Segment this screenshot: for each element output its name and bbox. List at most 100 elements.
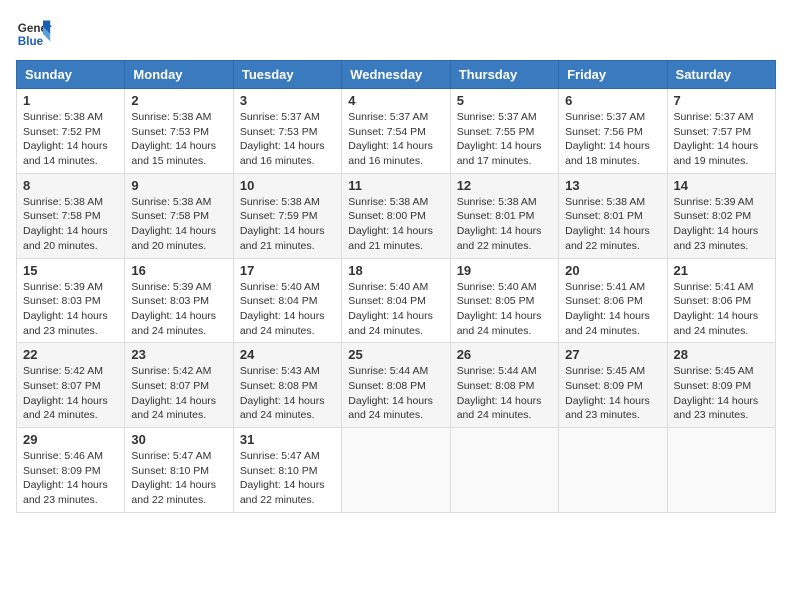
calendar-cell: 20Sunrise: 5:41 AM Sunset: 8:06 PM Dayli… xyxy=(559,258,667,343)
calendar-cell: 10 Sunrise: 5:38 AM Sunset: 7:59 PM Dayli… xyxy=(233,173,341,258)
day-info: Sunrise: 5:38 AM Sunset: 8:01 PM Dayligh… xyxy=(565,195,660,254)
day-info: Sunrise: 5:47 AM Sunset: 8:10 PM Dayligh… xyxy=(131,449,226,508)
day-number: 9 xyxy=(131,178,226,193)
calendar-cell: 25 Sunrise: 5:44 AM Sunset: 8:08 PM Dayli… xyxy=(342,343,450,428)
calendar-cell: 16 Sunrise: 5:39 AM Sunset: 8:03 PM Dayli… xyxy=(125,258,233,343)
day-info: Sunrise: 5:37 AM Sunset: 7:54 PM Dayligh… xyxy=(348,110,443,169)
calendar-cell: 8 Sunrise: 5:38 AM Sunset: 7:58 PM Daylig… xyxy=(17,173,125,258)
calendar-cell: 27 Sunrise: 5:45 AM Sunset: 8:09 PM Dayli… xyxy=(559,343,667,428)
day-number: 19 xyxy=(457,263,552,278)
calendar-week-3: 15 Sunrise: 5:39 AM Sunset: 8:03 PM Dayli… xyxy=(17,258,776,343)
day-number: 25 xyxy=(348,347,443,362)
calendar-cell: 31 Sunrise: 5:47 AM Sunset: 8:10 PM Dayli… xyxy=(233,428,341,513)
day-number: 12 xyxy=(457,178,552,193)
day-number: 2 xyxy=(131,93,226,108)
calendar-cell: 15Sunrise: 5:39 AM Sunset: 8:03 PM Dayli… xyxy=(17,258,125,343)
day-info: Sunrise: 5:46 AM Sunset: 8:09 PM Dayligh… xyxy=(23,449,118,508)
weekday-header-friday: Friday xyxy=(559,61,667,89)
calendar-cell: 22 Sunrise: 5:42 AM Sunset: 8:07 PM Dayli… xyxy=(17,343,125,428)
day-number: 21 xyxy=(674,263,769,278)
day-number: 8 xyxy=(23,178,118,193)
day-number: 20 xyxy=(565,263,660,278)
svg-text:Blue: Blue xyxy=(18,35,44,48)
day-number: 10 xyxy=(240,178,335,193)
day-info: Sunrise: 5:39 AM Sunset: 8:03 PM Dayligh… xyxy=(131,280,226,339)
calendar-cell: 24Sunrise: 5:43 AM Sunset: 8:08 PM Dayli… xyxy=(233,343,341,428)
calendar-header-row: SundayMondayTuesdayWednesdayThursdayFrid… xyxy=(17,61,776,89)
calendar-cell: 17 Sunrise: 5:40 AM Sunset: 8:04 PM Dayli… xyxy=(233,258,341,343)
weekday-header-saturday: Saturday xyxy=(667,61,775,89)
day-info: Sunrise: 5:44 AM Sunset: 8:08 PM Dayligh… xyxy=(348,364,443,423)
day-number: 6 xyxy=(565,93,660,108)
day-info: Sunrise: 5:38 AM Sunset: 7:58 PM Dayligh… xyxy=(131,195,226,254)
calendar-cell: 30 Sunrise: 5:47 AM Sunset: 8:10 PM Dayli… xyxy=(125,428,233,513)
day-info: Sunrise: 5:42 AM Sunset: 8:07 PM Dayligh… xyxy=(131,364,226,423)
weekday-header-sunday: Sunday xyxy=(17,61,125,89)
weekday-header-monday: Monday xyxy=(125,61,233,89)
calendar-cell xyxy=(559,428,667,513)
calendar-cell xyxy=(667,428,775,513)
day-info: Sunrise: 5:45 AM Sunset: 8:09 PM Dayligh… xyxy=(674,364,769,423)
weekday-header-thursday: Thursday xyxy=(450,61,558,89)
day-info: Sunrise: 5:42 AM Sunset: 8:07 PM Dayligh… xyxy=(23,364,118,423)
day-number: 29 xyxy=(23,432,118,447)
day-number: 3 xyxy=(240,93,335,108)
weekday-header-wednesday: Wednesday xyxy=(342,61,450,89)
day-info: Sunrise: 5:40 AM Sunset: 8:05 PM Dayligh… xyxy=(457,280,552,339)
calendar-week-4: 22 Sunrise: 5:42 AM Sunset: 8:07 PM Dayli… xyxy=(17,343,776,428)
day-number: 23 xyxy=(131,347,226,362)
calendar-cell: 19 Sunrise: 5:40 AM Sunset: 8:05 PM Dayli… xyxy=(450,258,558,343)
calendar-cell xyxy=(450,428,558,513)
day-number: 22 xyxy=(23,347,118,362)
day-number: 4 xyxy=(348,93,443,108)
calendar-cell: 12 Sunrise: 5:38 AM Sunset: 8:01 PM Dayli… xyxy=(450,173,558,258)
day-number: 28 xyxy=(674,347,769,362)
calendar-cell: 5Sunrise: 5:37 AM Sunset: 7:55 PM Daylig… xyxy=(450,89,558,174)
calendar-cell: 7 Sunrise: 5:37 AM Sunset: 7:57 PM Daylig… xyxy=(667,89,775,174)
calendar-table: SundayMondayTuesdayWednesdayThursdayFrid… xyxy=(16,60,776,513)
calendar-cell: 2 Sunrise: 5:38 AM Sunset: 7:53 PM Daylig… xyxy=(125,89,233,174)
day-number: 30 xyxy=(131,432,226,447)
day-info: Sunrise: 5:38 AM Sunset: 7:58 PM Dayligh… xyxy=(23,195,118,254)
calendar-cell: 28 Sunrise: 5:45 AM Sunset: 8:09 PM Dayli… xyxy=(667,343,775,428)
day-number: 16 xyxy=(131,263,226,278)
day-info: Sunrise: 5:37 AM Sunset: 7:57 PM Dayligh… xyxy=(674,110,769,169)
calendar-week-2: 8 Sunrise: 5:38 AM Sunset: 7:58 PM Daylig… xyxy=(17,173,776,258)
calendar-cell: 6Sunrise: 5:37 AM Sunset: 7:56 PM Daylig… xyxy=(559,89,667,174)
day-info: Sunrise: 5:38 AM Sunset: 7:53 PM Dayligh… xyxy=(131,110,226,169)
day-number: 15 xyxy=(23,263,118,278)
day-info: Sunrise: 5:45 AM Sunset: 8:09 PM Dayligh… xyxy=(565,364,660,423)
calendar-cell: 4 Sunrise: 5:37 AM Sunset: 7:54 PM Daylig… xyxy=(342,89,450,174)
day-number: 17 xyxy=(240,263,335,278)
day-info: Sunrise: 5:40 AM Sunset: 8:04 PM Dayligh… xyxy=(240,280,335,339)
logo-icon: General Blue xyxy=(16,16,52,52)
weekday-header-tuesday: Tuesday xyxy=(233,61,341,89)
calendar-cell: 13Sunrise: 5:38 AM Sunset: 8:01 PM Dayli… xyxy=(559,173,667,258)
day-number: 18 xyxy=(348,263,443,278)
day-number: 24 xyxy=(240,347,335,362)
day-info: Sunrise: 5:39 AM Sunset: 8:02 PM Dayligh… xyxy=(674,195,769,254)
day-number: 14 xyxy=(674,178,769,193)
calendar-week-5: 29 Sunrise: 5:46 AM Sunset: 8:09 PM Dayli… xyxy=(17,428,776,513)
calendar-cell: 18 Sunrise: 5:40 AM Sunset: 8:04 PM Dayli… xyxy=(342,258,450,343)
calendar-cell: 14 Sunrise: 5:39 AM Sunset: 8:02 PM Dayli… xyxy=(667,173,775,258)
day-number: 7 xyxy=(674,93,769,108)
calendar-cell: 9 Sunrise: 5:38 AM Sunset: 7:58 PM Daylig… xyxy=(125,173,233,258)
calendar-cell: 29 Sunrise: 5:46 AM Sunset: 8:09 PM Dayli… xyxy=(17,428,125,513)
calendar-week-1: 1Sunrise: 5:38 AM Sunset: 7:52 PM Daylig… xyxy=(17,89,776,174)
day-info: Sunrise: 5:40 AM Sunset: 8:04 PM Dayligh… xyxy=(348,280,443,339)
day-number: 31 xyxy=(240,432,335,447)
day-number: 1 xyxy=(23,93,118,108)
day-info: Sunrise: 5:38 AM Sunset: 8:01 PM Dayligh… xyxy=(457,195,552,254)
calendar-cell: 1Sunrise: 5:38 AM Sunset: 7:52 PM Daylig… xyxy=(17,89,125,174)
calendar-cell: 23 Sunrise: 5:42 AM Sunset: 8:07 PM Dayli… xyxy=(125,343,233,428)
page-header: General Blue xyxy=(16,16,776,52)
calendar-cell: 21Sunrise: 5:41 AM Sunset: 8:06 PM Dayli… xyxy=(667,258,775,343)
day-info: Sunrise: 5:38 AM Sunset: 7:59 PM Dayligh… xyxy=(240,195,335,254)
day-info: Sunrise: 5:37 AM Sunset: 7:53 PM Dayligh… xyxy=(240,110,335,169)
day-info: Sunrise: 5:44 AM Sunset: 8:08 PM Dayligh… xyxy=(457,364,552,423)
day-info: Sunrise: 5:47 AM Sunset: 8:10 PM Dayligh… xyxy=(240,449,335,508)
day-info: Sunrise: 5:38 AM Sunset: 8:00 PM Dayligh… xyxy=(348,195,443,254)
day-info: Sunrise: 5:37 AM Sunset: 7:55 PM Dayligh… xyxy=(457,110,552,169)
day-number: 27 xyxy=(565,347,660,362)
